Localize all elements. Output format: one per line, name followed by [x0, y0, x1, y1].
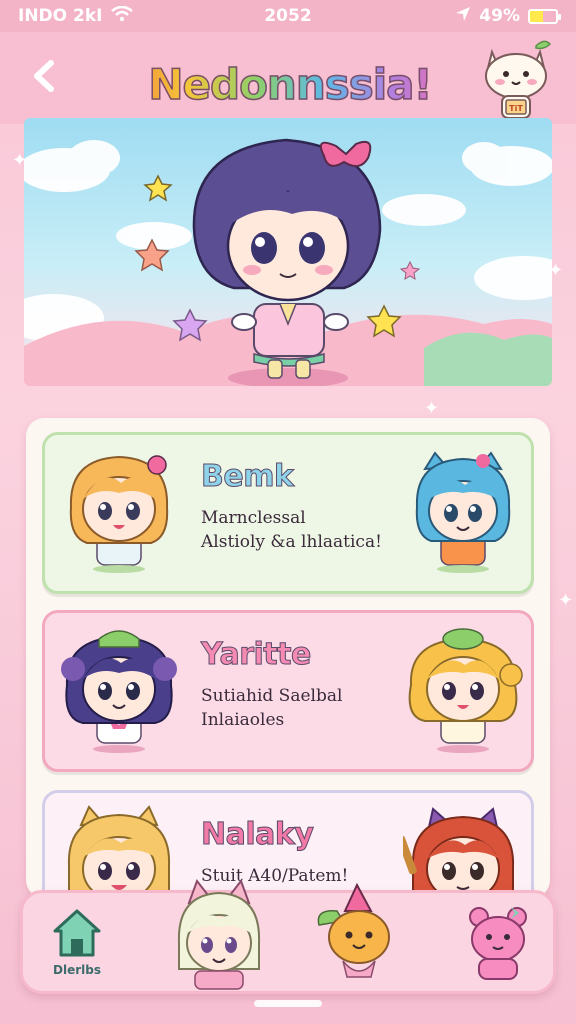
header: Nedonnssia! TiT: [0, 32, 576, 124]
character-card[interactable]: Nalaky Stuit A40/Patem!: [42, 790, 534, 898]
card-text: Yaritte Sutiahid Saelbal Inlaiaoles: [201, 637, 421, 732]
hero-banner: [24, 118, 552, 386]
nav-home-label: Dlerlbs: [53, 963, 101, 977]
home-icon: [53, 909, 101, 957]
bottom-nav: Dlerlbs: [20, 878, 556, 994]
card-text: Bemk Marnclessal Alstioly &a lhlaatica!: [201, 459, 421, 554]
card-title: Bemk: [201, 459, 295, 495]
nav-character-pink-bear[interactable]: [463, 903, 533, 983]
character-card[interactable]: Bemk Marnclessal Alstioly &a lhlaatica!: [42, 432, 534, 594]
battery-icon: [528, 8, 561, 24]
card-avatar-left: [67, 805, 171, 898]
nav-home[interactable]: Dlerlbs: [41, 907, 113, 977]
nav-character-orange-blob[interactable]: [313, 881, 403, 991]
status-bar: INDO 2kI 2052 49%: [0, 0, 576, 32]
card-desc-line: Inlaiaoles: [201, 710, 285, 730]
card-desc-line: Alstioly &a lhlaatica!: [201, 532, 382, 552]
back-button[interactable]: [22, 54, 66, 98]
card-description: Sutiahid Saelbal Inlaiaoles: [201, 684, 421, 732]
card-desc-line: Marnclessal: [201, 508, 306, 528]
sparkle-icon: ✦: [12, 150, 28, 171]
card-desc-line: Sutiahid Saelbal: [201, 686, 343, 706]
battery-fill: [530, 10, 543, 22]
card-avatar-right: [415, 451, 511, 573]
card-avatar-right: [403, 807, 515, 898]
card-title: Yaritte: [201, 637, 312, 673]
app-title: Nedonnssia!: [120, 59, 460, 110]
home-indicator[interactable]: [254, 1000, 322, 1007]
mascot-cat-icon: TiT: [478, 38, 558, 124]
character-card[interactable]: Yaritte Sutiahid Saelbal Inlaiaoles: [42, 610, 534, 772]
battery-percent: 49%: [479, 6, 520, 26]
carrier-label: INDO 2kI: [18, 6, 103, 26]
card-description: Marnclessal Alstioly &a lhlaatica!: [201, 506, 421, 554]
sparkle-icon: ✦: [558, 590, 574, 611]
chevron-left-icon: [34, 60, 54, 92]
character-list: Bemk Marnclessal Alstioly &a lhlaatica!: [26, 418, 550, 898]
card-avatar-left: [69, 455, 169, 573]
sparkle-icon: ✦: [424, 398, 440, 419]
card-avatar-left: [61, 630, 177, 753]
sparkle-icon: ✦: [548, 260, 564, 281]
location-arrow-icon: [455, 6, 471, 27]
card-title: Nalaky: [201, 817, 315, 853]
mascot-badge-text: TiT: [509, 104, 523, 113]
nav-character-cat-girl[interactable]: [169, 873, 269, 993]
wifi-icon: [110, 5, 133, 27]
status-left: INDO 2kI: [18, 5, 133, 27]
status-right: 49%: [455, 6, 561, 27]
card-avatar-right: [408, 628, 523, 753]
